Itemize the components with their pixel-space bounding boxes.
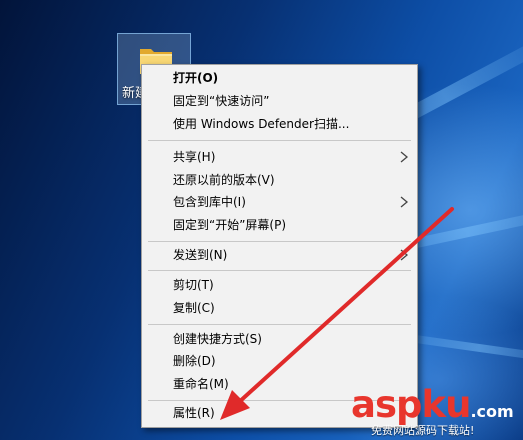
watermark-subtitle: 免费网站源码下载站! [371, 424, 475, 437]
site-watermark: aspku.com 免费网站源码下载站! [349, 385, 523, 440]
red-arrow-annotation [220, 207, 454, 420]
